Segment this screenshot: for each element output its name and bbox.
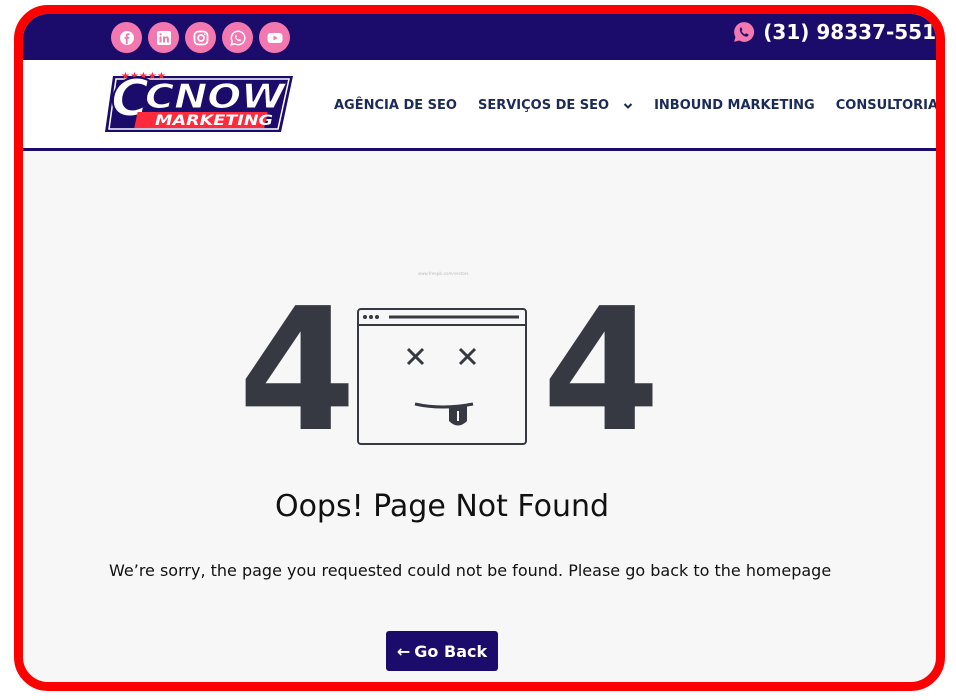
page-title: Oops! Page Not Found — [274, 489, 610, 524]
instagram-icon[interactable] — [185, 22, 216, 53]
svg-text:CNOW: CNOW — [145, 77, 287, 117]
phone-number: (31) 98337-551 — [763, 20, 936, 44]
phone-link[interactable]: (31) 98337-551 — [733, 20, 936, 44]
chevron-down-icon — [623, 102, 633, 109]
youtube-icon[interactable] — [259, 22, 290, 53]
svg-text:MARKETING: MARKETING — [155, 113, 273, 129]
facebook-icon[interactable] — [111, 22, 142, 53]
main-nav: AGÊNCIA DE SEO SERVIÇOS DE SEO INBOUND M… — [334, 98, 939, 113]
go-back-label: Go Back — [414, 641, 488, 661]
page-frame: (31) 98337-551 ★★★★★ CNOW C MARKETING AG… — [14, 5, 945, 691]
nav-label: AGÊNCIA DE SEO — [334, 98, 457, 113]
linkedin-icon[interactable] — [148, 22, 179, 53]
digit-four-right: 4 — [542, 272, 661, 470]
whatsapp-phone-icon — [734, 22, 755, 42]
digit-four-left: 4 — [238, 272, 357, 470]
nav-label: SERVIÇOS DE SEO — [477, 98, 610, 113]
nav-item-consultoria-comercial[interactable]: CONSULTORIA COMERC — [835, 98, 939, 113]
nav-label: INBOUND MARKETING — [654, 98, 815, 113]
nav-label: CONSULTORIA COMERC — [835, 98, 939, 113]
go-back-button[interactable]: ← Go Back — [386, 631, 498, 671]
error-message: We’re sorry, the page you requested coul… — [109, 561, 832, 580]
top-bar: (31) 98337-551 — [23, 14, 936, 60]
nav-item-servicos-de-seo[interactable]: SERVIÇOS DE SEO — [478, 98, 633, 113]
arrow-left-icon: ← — [396, 641, 411, 661]
error-content: www.freepik.com/vectors 4 4 Oops! Page N… — [23, 151, 936, 682]
broken-browser-illustration — [357, 308, 527, 445]
image-credit: www.freepik.com/vectors — [418, 271, 469, 276]
nav-item-inbound-marketing[interactable]: INBOUND MARKETING — [654, 98, 815, 113]
whatsapp-icon[interactable] — [222, 22, 253, 53]
cnow-marketing-logo[interactable]: ★★★★★ CNOW C MARKETING — [103, 68, 299, 140]
nav-item-agencia-de-seo[interactable]: AGÊNCIA DE SEO — [334, 98, 457, 113]
site-header: ★★★★★ CNOW C MARKETING AGÊNCIA DE SEO SE… — [23, 60, 936, 151]
